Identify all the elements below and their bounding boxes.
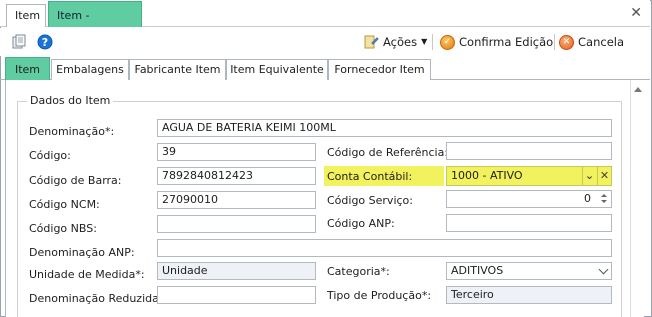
clear-icon[interactable]: ✕ (597, 167, 611, 185)
unidade-medida-field[interactable]: Unidade (157, 262, 316, 280)
svg-text:?: ? (42, 36, 48, 49)
confirm-edit-button[interactable]: ✓ Confirma Edição (440, 32, 553, 52)
cancel-label: Cancela (578, 35, 625, 49)
group-title: Dados do Item (27, 95, 114, 107)
label-codigo-ncm: Código NCM: (29, 198, 100, 211)
tipo-producao-field[interactable]: Terceiro (446, 286, 612, 304)
spin-buttons[interactable] (598, 192, 610, 206)
tab-fabricante-item[interactable]: Fabricante Item (129, 59, 226, 80)
label-unidade-medida: Unidade de Medida*: (29, 268, 145, 281)
window-tab-item-edit[interactable]: Item - [Edição] (48, 1, 142, 49)
codigo-servico-stepper[interactable]: 0 (446, 190, 612, 208)
tab-item[interactable]: Item (5, 57, 50, 81)
close-icon[interactable]: ✕ (630, 6, 642, 20)
actions-button[interactable]: Ações ▼ (363, 32, 427, 52)
denominacao-field[interactable]: AGUA DE BATERIA KEIMI 100ML (157, 119, 612, 137)
print-preview-icon[interactable] (11, 34, 27, 50)
tab-item-equivalente[interactable]: Item Equivalente (226, 59, 328, 80)
denominacao-anp-field[interactable] (157, 239, 612, 257)
actions-label: Ações (383, 35, 418, 49)
confirm-label: Confirma Edição (459, 35, 554, 49)
window-tab-bar: Item Item - [Edição] ✕ (0, 0, 650, 49)
tab-embalagens[interactable]: Embalagens (51, 59, 129, 80)
categoria-select[interactable]: ADITIVOS (446, 262, 612, 280)
chevron-down-icon: ▼ (421, 37, 428, 46)
page-tab-bar: Item Embalagens Fabricante Item Item Equ… (0, 57, 650, 81)
scroll-up-icon[interactable] (634, 87, 642, 92)
label-codigo-referencia: Código de Referência: (327, 146, 449, 159)
categoria-value: ADITIVOS (451, 264, 504, 277)
toolbar-separator (432, 34, 433, 50)
label-tipo-producao: Tipo de Produção*: (327, 289, 432, 302)
label-conta-contabil: Conta Contábil: (327, 170, 413, 183)
codigo-nbs-field[interactable] (157, 215, 316, 233)
tab-fornecedor-item[interactable]: Fornecedor Item (328, 59, 431, 80)
label-codigo: Código: (29, 149, 71, 162)
confirm-icon: ✓ (440, 34, 455, 50)
label-denominacao-anp: Denominação ANP: (29, 246, 135, 259)
label-codigo-servico: Código Serviço: (327, 194, 413, 207)
codigo-servico-value: 0 (584, 192, 591, 205)
chevron-down-icon[interactable]: ⌄ (582, 167, 596, 185)
help-icon[interactable]: ? (37, 34, 53, 50)
label-codigo-nbs: Código NBS: (29, 222, 97, 235)
denominacao-reduzida-field[interactable] (157, 286, 316, 304)
conta-contabil-value: 1000 - ATIVO (451, 169, 523, 182)
label-denominacao: Denominação*: (29, 125, 115, 138)
codigo-field[interactable]: 39 (157, 143, 316, 161)
conta-contabil-field[interactable]: 1000 - ATIVO ⌄ ✕ (446, 166, 612, 186)
codigo-anp-field[interactable] (446, 214, 612, 232)
label-codigo-barra: Código de Barra: (29, 174, 122, 187)
label-denominacao-reduzida: Denominação Reduzida: (29, 292, 163, 305)
cancel-button[interactable]: ✕ Cancela (559, 32, 624, 52)
vertical-scrollbar[interactable] (630, 80, 644, 317)
toolbar-separator (554, 34, 555, 50)
codigo-ncm-field[interactable]: 27090010 (157, 191, 316, 209)
toolbar: ? Ações ▼ ✓ Confirma Edição ✕ Cancela (0, 28, 650, 56)
actions-icon (364, 35, 379, 49)
cancel-icon: ✕ (559, 34, 574, 50)
label-codigo-anp: Código ANP: (327, 217, 395, 230)
codigo-referencia-field[interactable] (446, 142, 612, 160)
label-categoria: Categoria*: (327, 265, 390, 278)
codigo-barra-field[interactable]: 7892840812423 (157, 167, 316, 185)
window-tab-item[interactable]: Item (6, 4, 46, 27)
chevron-down-icon[interactable] (598, 264, 609, 275)
